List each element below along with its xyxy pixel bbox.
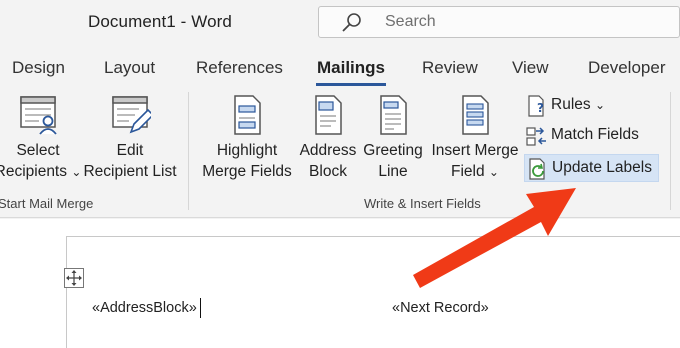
tab-layout[interactable]: Layout bbox=[104, 58, 155, 78]
update-labels-label: Update Labels bbox=[552, 159, 652, 176]
match-fields-icon bbox=[526, 127, 546, 146]
title-bar: Document1 - Word Search bbox=[0, 0, 680, 46]
greeting-line-icon bbox=[380, 95, 407, 135]
rules-label: Rules bbox=[551, 96, 591, 113]
match-fields-button[interactable]: Match Fields bbox=[526, 122, 656, 148]
tab-mailings[interactable]: Mailings bbox=[317, 58, 385, 78]
rules-button[interactable]: ? Rules ⌄ bbox=[526, 92, 616, 118]
insert-merge-field-button[interactable]: Insert Merge Field ⌄ bbox=[426, 94, 524, 183]
svg-text:?: ? bbox=[537, 101, 544, 115]
insert-merge-field-icon bbox=[462, 95, 489, 135]
chevron-down-icon: ⌄ bbox=[594, 98, 606, 112]
address-block-button[interactable]: Address Block bbox=[296, 94, 360, 182]
document-page[interactable] bbox=[66, 236, 680, 348]
tab-view[interactable]: View bbox=[512, 58, 549, 78]
move-icon bbox=[66, 270, 82, 286]
edit-recipient-line1: Edit bbox=[116, 142, 144, 159]
insert-merge-line2: Field bbox=[451, 163, 485, 180]
greeting-line1: Greeting bbox=[363, 142, 423, 159]
group-separator bbox=[670, 92, 671, 210]
select-recipients-line2: Recipients bbox=[0, 163, 67, 180]
greeting-line-button[interactable]: Greeting Line bbox=[360, 94, 426, 182]
search-placeholder: Search bbox=[385, 13, 436, 30]
tab-review[interactable]: Review bbox=[422, 58, 478, 78]
edit-list-icon bbox=[112, 96, 151, 134]
document-title: Document1 - Word bbox=[88, 12, 232, 31]
tab-design[interactable]: Design bbox=[12, 58, 65, 78]
write-insert-fields-group-label: Write & Insert Fields bbox=[364, 196, 481, 211]
highlight-line1: Highlight bbox=[216, 142, 278, 159]
search-box[interactable]: Search bbox=[318, 6, 680, 38]
edit-recipient-list-button[interactable]: Edit Recipient List bbox=[82, 94, 178, 182]
edit-recipient-line2: Recipient List bbox=[83, 163, 177, 180]
text-cursor bbox=[200, 298, 201, 318]
address-line1: Address bbox=[299, 142, 357, 159]
start-mail-merge-group-label: Start Mail Merge bbox=[0, 196, 94, 211]
address-block-icon bbox=[315, 95, 342, 135]
recipients-list-icon bbox=[20, 96, 57, 135]
next-record-field[interactable]: «Next Record» bbox=[392, 300, 489, 316]
insert-merge-line1: Insert Merge bbox=[431, 142, 519, 159]
highlight-merge-fields-button[interactable]: Highlight Merge Fields bbox=[196, 94, 298, 182]
address-line2: Block bbox=[309, 163, 347, 180]
group-separator bbox=[188, 92, 189, 210]
match-fields-label: Match Fields bbox=[551, 126, 639, 143]
highlight-fields-icon bbox=[234, 95, 261, 135]
address-block-field[interactable]: «AddressBlock» bbox=[92, 300, 197, 316]
search-icon bbox=[342, 13, 361, 32]
select-recipients-line1: Select bbox=[16, 142, 60, 159]
update-labels-button[interactable]: Update Labels bbox=[524, 154, 659, 182]
tab-developer[interactable]: Developer bbox=[588, 58, 666, 78]
ribbon-tabs: Design Layout References Mailings Review… bbox=[0, 46, 680, 86]
highlight-line2: Merge Fields bbox=[202, 163, 292, 180]
ribbon: Select Recipients ⌄ Edit Recipient List … bbox=[0, 86, 680, 218]
select-recipients-button[interactable]: Select Recipients ⌄ bbox=[0, 94, 88, 183]
update-labels-icon bbox=[529, 158, 545, 180]
rules-icon: ? bbox=[528, 95, 544, 117]
chevron-down-icon: ⌄ bbox=[488, 165, 499, 179]
tab-references[interactable]: References bbox=[196, 58, 283, 78]
table-move-handle[interactable] bbox=[64, 268, 84, 288]
greeting-line2: Line bbox=[378, 163, 408, 180]
chevron-down-icon: ⌄ bbox=[71, 165, 82, 179]
